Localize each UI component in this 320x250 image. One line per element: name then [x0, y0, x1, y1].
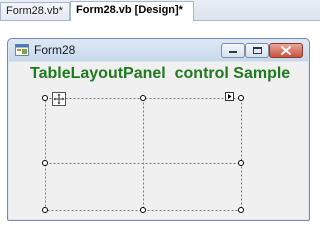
- resize-handle-right[interactable]: [238, 160, 244, 166]
- move-arrows-icon: [53, 93, 65, 105]
- close-icon: [281, 46, 291, 55]
- minimize-button[interactable]: [221, 43, 245, 58]
- smart-tag-icon[interactable]: [225, 92, 234, 101]
- table-layout-grid: [45, 98, 242, 211]
- tab-form28-design[interactable]: Form28.vb [Design]*: [70, 1, 194, 21]
- tab-form28-code[interactable]: Form28.vb*: [0, 2, 70, 20]
- minimize-icon: [229, 51, 237, 53]
- resize-handle-left[interactable]: [42, 160, 48, 166]
- maximize-icon: [253, 47, 262, 54]
- resize-handle-top[interactable]: [140, 95, 146, 101]
- resize-handle-top-right[interactable]: [238, 95, 244, 101]
- table-layout-panel[interactable]: [38, 92, 244, 213]
- form-title: Form28: [34, 43, 76, 57]
- resize-handle-bottom-left[interactable]: [42, 207, 48, 213]
- sample-heading-label: TableLayoutPanel control Sample: [30, 65, 291, 82]
- form-icon: [15, 44, 29, 56]
- close-button[interactable]: [269, 43, 303, 58]
- move-icon[interactable]: [52, 92, 66, 106]
- resize-handle-bottom[interactable]: [140, 207, 146, 213]
- document-tab-strip: Form28.vb* Form28.vb [Design]*: [0, 0, 320, 21]
- form-title-bar[interactable]: Form28: [8, 39, 309, 61]
- resize-handle-bottom-right[interactable]: [238, 207, 244, 213]
- smart-tag-arrow-icon: [228, 94, 232, 99]
- maximize-button[interactable]: [245, 43, 269, 58]
- resize-handle-top-left[interactable]: [42, 95, 48, 101]
